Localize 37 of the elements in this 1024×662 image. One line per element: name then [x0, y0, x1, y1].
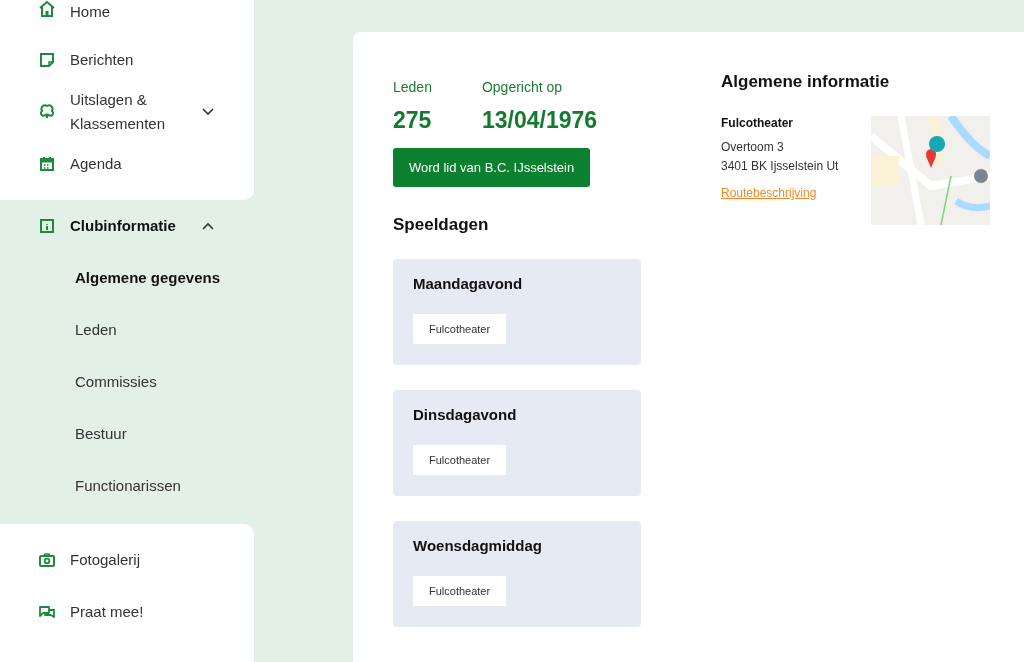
stat-value: 275: [393, 106, 432, 135]
day-title: Maandagavond: [413, 275, 524, 292]
submenu-item[interactable]: Leden: [0, 304, 254, 356]
nav-item[interactable]: Uitslagen & Klassementen: [0, 86, 254, 138]
day-title: Woensdagmiddag: [413, 537, 543, 554]
submenu-item[interactable]: Bestuur: [0, 408, 254, 460]
nav-item[interactable]: Agenda: [0, 138, 254, 190]
nav-icon: [38, 217, 56, 235]
location-tag: Fulcotheater: [413, 445, 507, 475]
join-button[interactable]: Word lid van B.C. IJsselstein: [393, 148, 591, 187]
nav-item[interactable]: Berichten: [0, 34, 254, 86]
submenu-item[interactable]: Commissies: [0, 356, 254, 408]
submenu-item[interactable]: Functionarissen: [0, 460, 254, 512]
nav-item[interactable]: Praat mee!: [0, 586, 254, 638]
location-tag: Fulcotheater: [413, 576, 507, 606]
nav-icon: [38, 551, 56, 569]
submenu-item[interactable]: Algemene gegevens: [0, 252, 254, 304]
nav-item[interactable]: Fotogalerij: [0, 534, 254, 586]
chevron-icon: [202, 108, 214, 116]
nav-icon: [38, 0, 56, 18]
nav-item[interactable]: Home: [0, 0, 254, 34]
nav-icon: [38, 603, 56, 621]
map-drawing[interactable]: [871, 116, 990, 225]
location-tag: Fulcotheater: [413, 314, 507, 344]
chevron-icon: [202, 222, 214, 230]
nav-icon: [38, 103, 56, 121]
day-title: Dinsdagavond: [413, 406, 518, 423]
venue-name: Fulcotheater: [721, 116, 794, 130]
stat-label: Leden: [393, 78, 432, 97]
address-text: Overtoom 3 3401 BK Ijsselstein Ut: [721, 139, 840, 175]
stat-label: Opgericht op: [481, 78, 564, 97]
stat-value: 13/04/1976: [481, 106, 598, 135]
nav-item[interactable]: Clubinformatie: [0, 200, 254, 252]
section-heading: Algemene informatie: [721, 72, 891, 92]
nav-icon: [38, 51, 56, 69]
nav-icon: [38, 155, 56, 173]
section-heading: Speeldagen: [393, 215, 490, 235]
